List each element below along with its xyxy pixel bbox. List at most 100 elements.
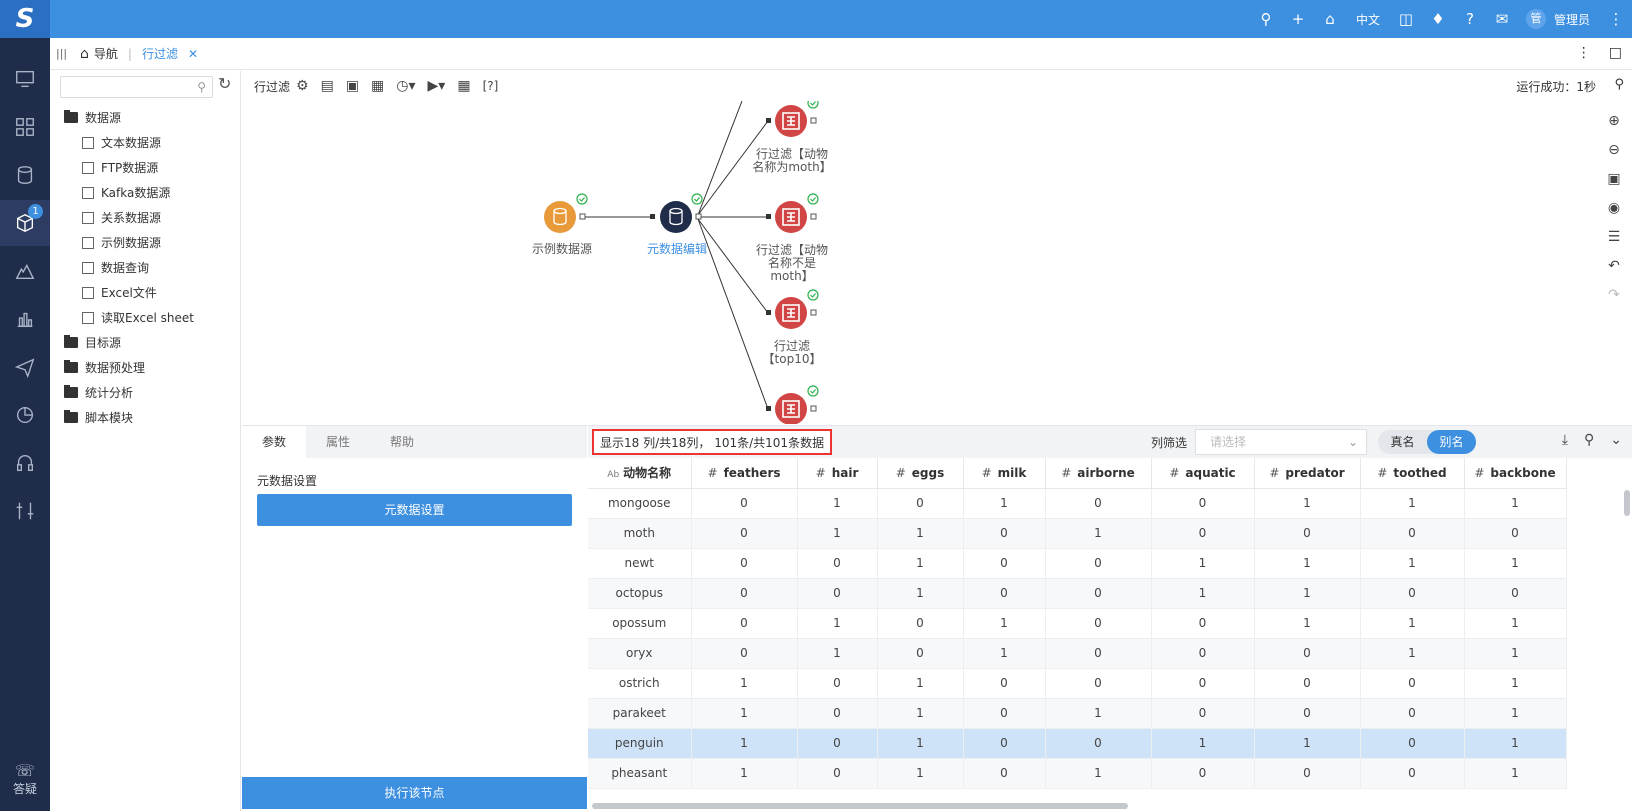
tree-item[interactable]: 读取Excel sheet [82, 309, 194, 326]
filter-node-label[interactable]: 行过滤 【top10】 [747, 340, 837, 366]
tab-help[interactable]: 帮助 [370, 426, 434, 458]
execute-node-button[interactable]: 执行该节点 [242, 777, 587, 809]
column-header[interactable]: # airborne [1045, 458, 1152, 489]
locate-icon[interactable]: ◉ [1608, 200, 1620, 216]
download-icon[interactable]: ⤓ [1562, 432, 1568, 448]
analytics-icon[interactable] [0, 392, 50, 438]
bell-icon[interactable]: ♦ [1422, 10, 1454, 28]
fit-view-icon[interactable]: ▣ [1607, 171, 1620, 187]
dashboard-icon[interactable] [0, 104, 50, 150]
column-header[interactable]: # hair [797, 458, 878, 489]
status-log-icon[interactable]: ⚲ [1614, 77, 1624, 92]
undo-icon[interactable]: ↶ [1608, 258, 1620, 274]
tree-folder[interactable]: 数据源 [64, 109, 121, 126]
tools-icon[interactable] [0, 488, 50, 534]
send-icon[interactable] [0, 344, 50, 390]
help-button[interactable]: ☏ 答疑 [0, 761, 50, 797]
collapse-icon[interactable]: ⌄ [1610, 432, 1622, 448]
toggle-real-name[interactable]: 真名 [1378, 430, 1427, 454]
tab-properties[interactable]: 属性 [306, 426, 370, 458]
tree-folder[interactable]: 统计分析 [64, 384, 133, 401]
tree-item[interactable]: Kafka数据源 [82, 184, 170, 201]
table-row[interactable]: newt 0 0 1 0 0 1 1 1 1 [588, 548, 1567, 579]
tree-folder[interactable]: 目标源 [64, 334, 121, 351]
name-toggle[interactable]: 真名 别名 [1378, 430, 1476, 454]
table-row[interactable]: penguin 1 0 1 0 0 1 1 0 1 [588, 728, 1567, 759]
tree-item[interactable]: 数据查询 [82, 259, 149, 276]
tree-item[interactable]: 关系数据源 [82, 209, 161, 226]
table-row[interactable]: octopus 0 0 1 0 0 1 1 0 0 [588, 578, 1567, 609]
table-row[interactable]: oryx 0 1 0 1 0 0 0 1 1 [588, 638, 1567, 669]
column-filter-select[interactable]: 请选择 ⌄ [1195, 429, 1367, 455]
headset-icon[interactable] [0, 440, 50, 486]
mountain-icon[interactable] [0, 248, 50, 294]
question-icon[interactable]: ? [1454, 10, 1486, 28]
properties-icon[interactable]: ▤ [321, 78, 334, 94]
tree-folder[interactable]: 数据预处理 [64, 359, 145, 376]
layout-icon[interactable]: ☰ [1608, 229, 1621, 245]
log-icon[interactable]: ▦ [457, 78, 470, 94]
help-link[interactable]: [?] [483, 79, 499, 93]
save-as-icon[interactable]: ▦ [371, 78, 384, 94]
toggle-alias[interactable]: 别名 [1427, 430, 1476, 454]
bag-icon[interactable]: ◫ [1390, 10, 1422, 28]
refresh-icon[interactable]: ↻ [218, 74, 231, 93]
save-icon[interactable]: ▣ [346, 78, 359, 94]
more-icon[interactable]: ⋮ [1600, 10, 1632, 28]
tree-folder[interactable]: 脚本模块 [64, 409, 133, 426]
database-icon[interactable] [0, 152, 50, 198]
schedule-icon[interactable]: ◷▾ [396, 78, 415, 94]
column-header[interactable]: # aquatic [1151, 458, 1255, 489]
tree-search-input[interactable]: ⚲ [60, 76, 213, 98]
filter-node-label[interactable]: 行过滤【动物 名称不是 moth】 [747, 244, 837, 283]
table-row[interactable]: ostrich 1 0 1 0 0 0 0 0 1 [588, 668, 1567, 699]
tree-item[interactable]: Excel文件 [82, 284, 157, 301]
column-header[interactable]: # toothed [1360, 458, 1465, 489]
cube-icon[interactable]: 1 [0, 200, 50, 246]
metadata-settings-button[interactable]: 元数据设置 [257, 494, 572, 526]
table-row[interactable]: mongoose 0 1 0 1 0 0 1 1 1 [588, 488, 1567, 519]
run-icon[interactable]: ▶▾ [428, 78, 446, 94]
redo-icon[interactable]: ↷ [1608, 287, 1620, 303]
meta-node-label[interactable]: 元数据编辑 [637, 243, 717, 256]
table-row[interactable]: moth 0 1 1 0 1 0 0 0 0 [588, 518, 1567, 549]
zoom-in-icon[interactable]: ⊕ [1608, 113, 1620, 129]
monitor-icon[interactable] [0, 56, 50, 102]
column-header[interactable]: # milk [963, 458, 1046, 489]
username[interactable]: 管理员 [1554, 11, 1590, 28]
search-icon[interactable]: ⚲ [1250, 10, 1282, 28]
column-header[interactable]: # feathers [691, 458, 798, 489]
column-header[interactable]: # eggs [877, 458, 964, 489]
table-row[interactable]: pheasant 1 0 1 0 1 0 0 0 1 [588, 758, 1567, 789]
tab-params[interactable]: 参数 [242, 426, 306, 458]
flow-canvas[interactable]: 示例数据源 元数据编辑 行过滤【动物 名称为moth】 行过滤【动物 名称不是 … [242, 101, 1632, 424]
chat-icon[interactable]: ✉ [1486, 10, 1518, 28]
tree-item[interactable]: FTP数据源 [82, 159, 158, 176]
settings-icon[interactable]: ⚙ [296, 78, 309, 94]
column-header[interactable]: Ab 动物名称 [588, 458, 692, 489]
menu-grip-icon[interactable]: ||| [56, 47, 74, 60]
tree-item[interactable]: 示例数据源 [82, 234, 161, 251]
column-header[interactable]: # predator [1254, 458, 1361, 489]
add-icon[interactable]: + [1282, 10, 1314, 28]
zoom-out-icon[interactable]: ⊖ [1608, 142, 1620, 158]
source-node-label[interactable]: 示例数据源 [522, 243, 602, 256]
app-logo[interactable]: S [0, 0, 50, 38]
horizontal-scrollbar[interactable] [592, 803, 1128, 809]
filter-node-label[interactable]: 行过滤【动物 名称为moth】 [747, 148, 837, 174]
avatar[interactable]: 管 [1525, 9, 1546, 29]
home-icon[interactable]: ⌂ [1314, 10, 1346, 28]
tree-item[interactable]: 文本数据源 [82, 134, 161, 151]
table-row[interactable]: parakeet 1 0 1 0 1 0 0 0 1 [588, 698, 1567, 729]
table-row[interactable]: opossum 0 1 0 1 0 0 1 1 1 [588, 608, 1567, 639]
bar-chart-icon[interactable] [0, 296, 50, 342]
more-vertical-icon[interactable]: ⋮ [1577, 45, 1591, 61]
close-icon[interactable]: ✕ [188, 47, 198, 61]
maximize-icon[interactable]: □ [1609, 45, 1622, 61]
column-header[interactable]: # backbone [1464, 458, 1567, 489]
language-switch[interactable]: 中文 [1346, 11, 1390, 28]
pin-icon[interactable]: ⚲ [1584, 432, 1594, 448]
vertical-scrollbar[interactable] [1624, 490, 1630, 516]
tab-row-filter[interactable]: 行过滤 ✕ [136, 45, 204, 62]
tab-home[interactable]: ⌂ 导航 [74, 45, 124, 62]
